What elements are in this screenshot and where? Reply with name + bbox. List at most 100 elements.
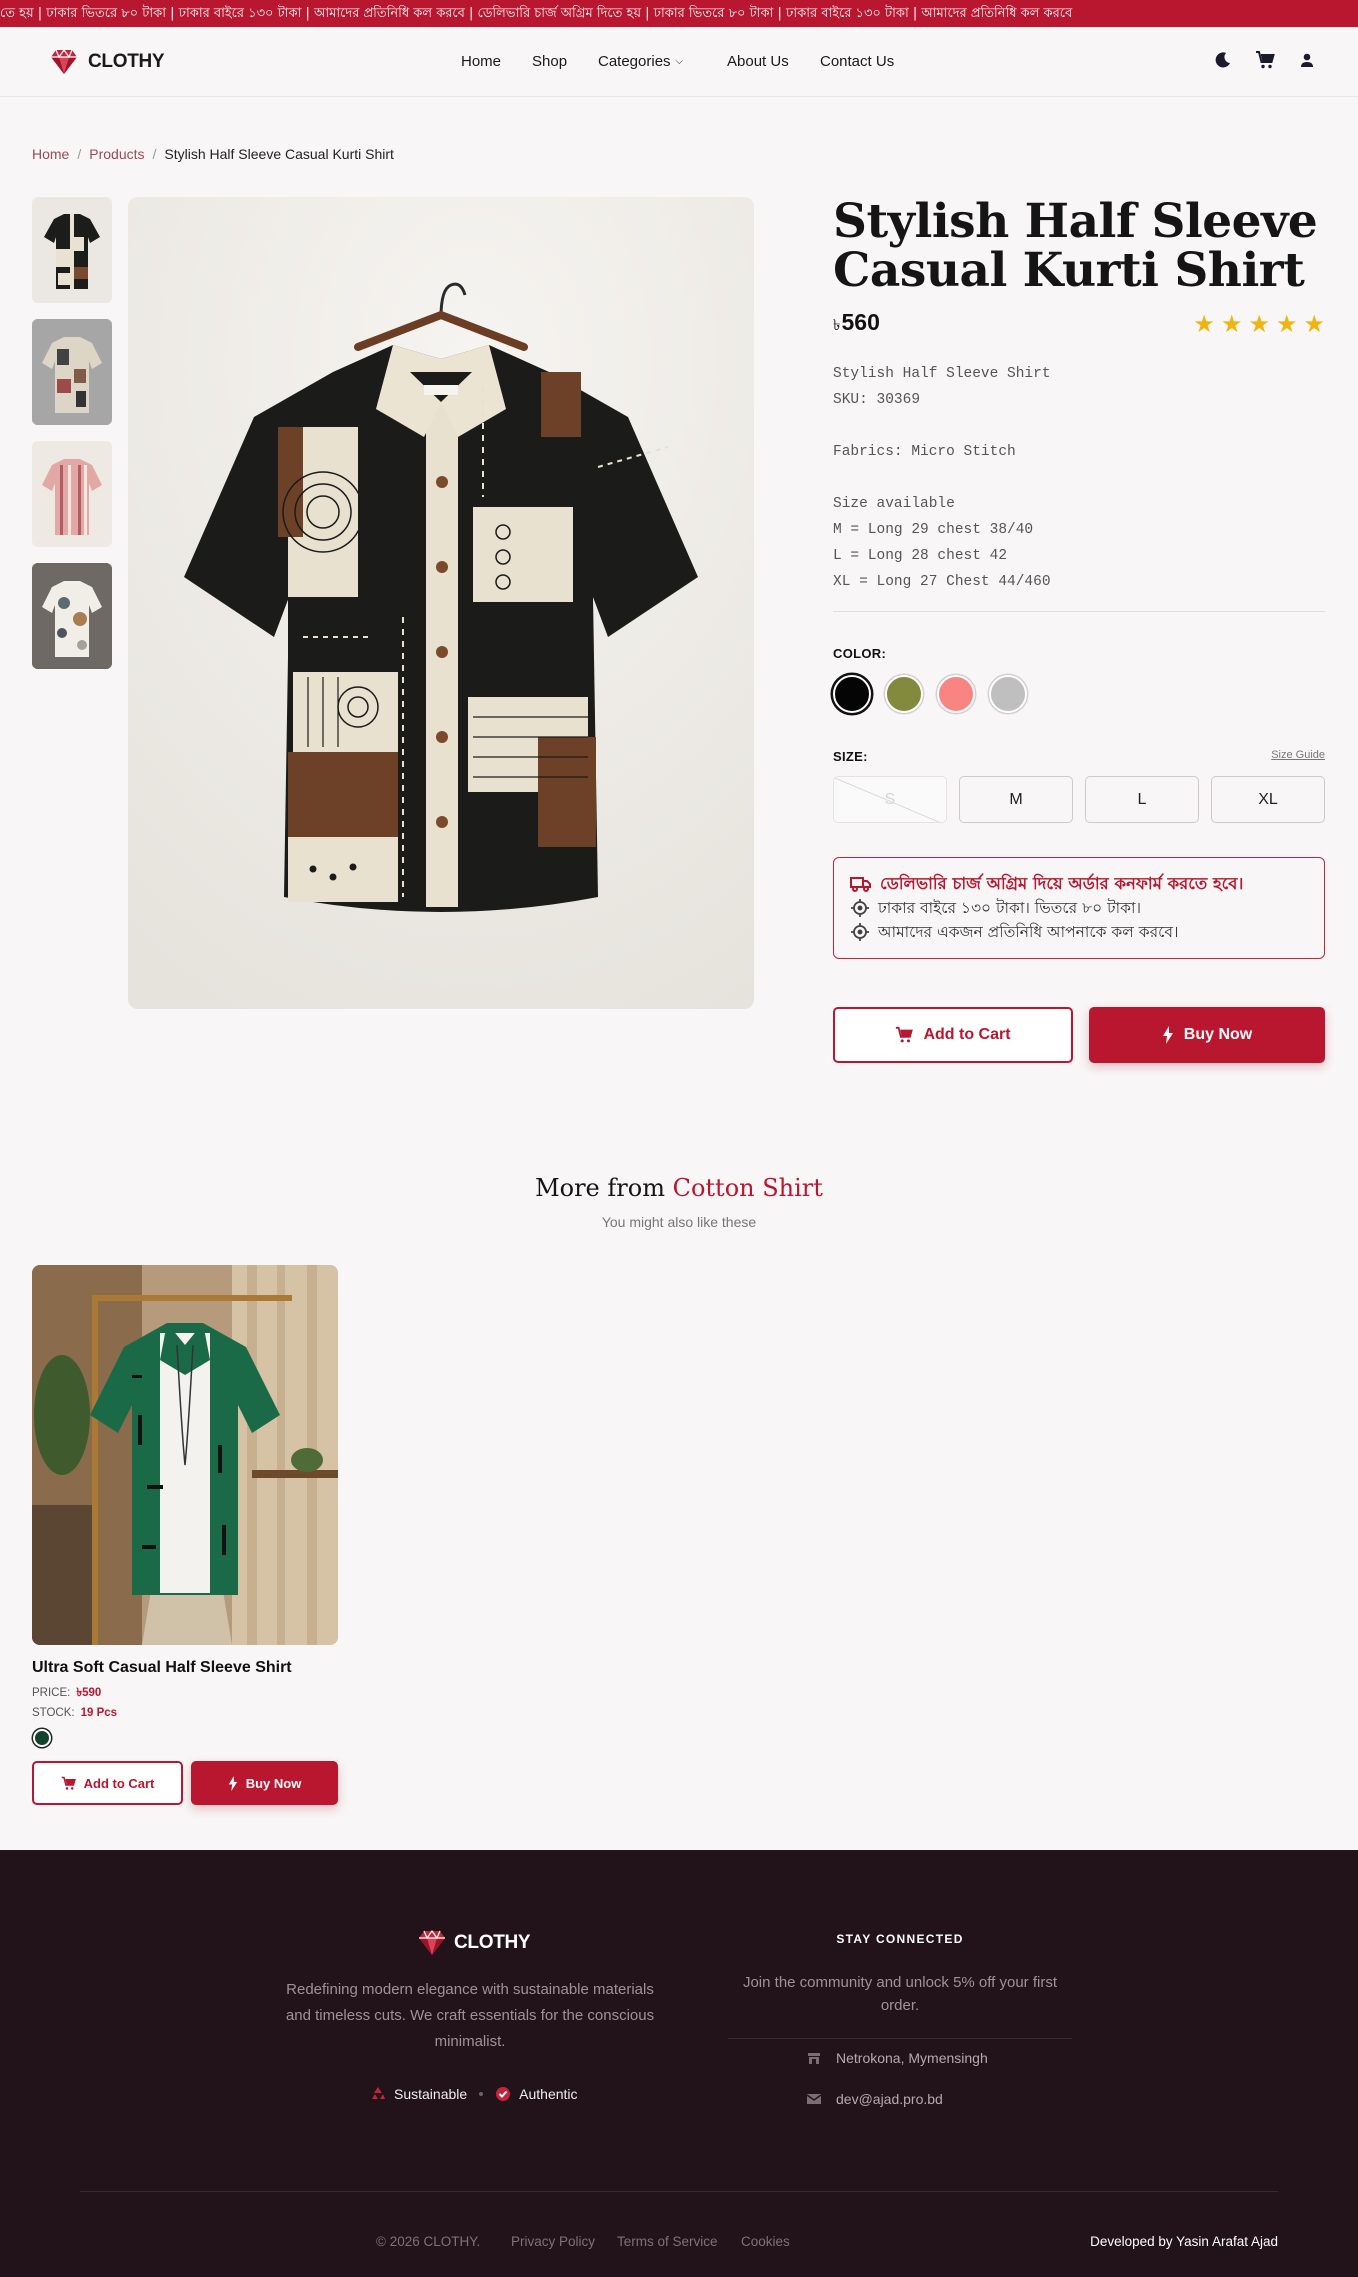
thumbnail-1[interactable]: [32, 197, 112, 303]
location-target-icon: [851, 899, 869, 917]
card-price-row: PRICE: ৳590: [32, 1683, 338, 1703]
size-option-xl[interactable]: XL: [1211, 776, 1325, 823]
cart-icon: [896, 1026, 914, 1043]
product-title: Stylish Half Sleeve Casual Kurti Shirt: [833, 194, 1318, 298]
product-main-image[interactable]: [128, 197, 754, 1009]
breadcrumb-home[interactable]: Home: [32, 146, 69, 162]
delivery-notice: ডেলিভারি চার্জ অগ্রিম দিয়ে অর্ডার কনফার…: [833, 857, 1325, 959]
moon-icon[interactable]: [1212, 49, 1234, 71]
developer-credit: Developed by Yasin Arafat Ajad: [1090, 2234, 1278, 2249]
card-color-swatch[interactable]: [33, 1729, 51, 1747]
size-option-s: S: [833, 776, 947, 823]
star-icon: ★: [1220, 310, 1243, 338]
footer-location-text: Netrokona, Mymensingh: [836, 2050, 988, 2066]
truck-icon: [850, 877, 871, 892]
thumbnail-4[interactable]: [32, 563, 112, 669]
star-icon: ★: [1303, 310, 1325, 338]
size-guide-link[interactable]: Size Guide: [1271, 749, 1325, 764]
badge-sustainable-label: Sustainable: [394, 2086, 468, 2102]
separator-dot: [479, 2092, 484, 2096]
notice-heading-row: ডেলিভারি চার্জ অগ্রিম দিয়ে অর্ডার কনফার…: [850, 872, 1308, 896]
footer-badges: Sustainable Authentic: [370, 2086, 578, 2102]
copyright: © 2026 CLOTHY.: [376, 2234, 481, 2249]
price-row: ৳560 ★ ★ ★ ★ ★: [833, 309, 1325, 339]
color-label: COLOR:: [833, 646, 887, 661]
desc-size-xl: XL = Long 27 Chest 44/460: [833, 574, 1051, 590]
card-buy-now-button[interactable]: Buy Now: [191, 1761, 338, 1805]
thumbnail-3[interactable]: [32, 441, 112, 547]
size-option-l[interactable]: L: [1085, 776, 1199, 823]
nav-categories[interactable]: Categories ⌵: [598, 53, 683, 70]
notice-row-2: আমাদের একজন প্রতিনিধি আপনাকে কল করবে।: [850, 920, 1308, 944]
nav-shop[interactable]: Shop: [532, 53, 567, 70]
badge-sustainable: Sustainable: [370, 2086, 467, 2102]
marquee-text: তে হয় | ঢাকার ভিতরে ৮০ টাকা | ঢাকার বাই…: [0, 6, 1073, 21]
product-card-image[interactable]: [32, 1265, 338, 1645]
thumbnail-2[interactable]: [32, 319, 112, 425]
developer-prefix: Developed by: [1090, 2234, 1173, 2249]
terms-link[interactable]: Terms of Service: [617, 2234, 718, 2249]
stay-connected-heading: STAY CONNECTED: [836, 1932, 964, 1946]
product-card-name[interactable]: Ultra Soft Casual Half Sleeve Shirt: [32, 1659, 338, 1677]
thumbnail-list: [32, 197, 112, 685]
shirt-illustration: [128, 197, 754, 1009]
footer-divider: [728, 2038, 1072, 2039]
size-header: SIZE: Size Guide: [833, 749, 1325, 764]
user-icon[interactable]: [1296, 49, 1318, 71]
color-swatch-pink[interactable]: [937, 675, 975, 713]
card-price: ৳590: [76, 1687, 102, 1699]
cookies-link[interactable]: Cookies: [741, 2234, 790, 2249]
desc-fabrics: Fabrics: Micro Stitch: [833, 444, 1016, 460]
store-icon: [808, 2053, 820, 2064]
chevron-down-icon: ⌵: [675, 56, 684, 67]
desc-size-m: M = Long 29 chest 38/40: [833, 522, 1034, 538]
header-actions: [1212, 49, 1318, 71]
related-section-title: More from Cotton Shirt: [0, 1174, 1358, 1202]
product-description: Stylish Half Sleeve Shirt SKU: 30369 Fab…: [833, 361, 1325, 595]
breadcrumb-products[interactable]: Products: [89, 146, 144, 162]
nav-about[interactable]: About Us: [727, 53, 789, 70]
privacy-policy-link[interactable]: Privacy Policy: [511, 2234, 595, 2249]
related-title-accent: Cotton Shirt: [672, 1174, 823, 1202]
site-header: CLOTHY Home Shop Categories ⌵ About Us Co…: [0, 27, 1358, 97]
star-rating: ★ ★ ★ ★ ★: [1193, 310, 1325, 339]
cart-icon[interactable]: [1254, 49, 1276, 71]
lightning-icon: [1162, 1026, 1173, 1044]
divider: [833, 611, 1325, 612]
notice-heading: ডেলিভারি চার্জ অগ্রিম দিয়ে অর্ডার কনফার…: [880, 874, 1244, 893]
desc-subtitle: Stylish Half Sleeve Shirt: [833, 366, 1051, 382]
footer-logo[interactable]: CLOTHY: [418, 1930, 531, 1956]
badge-authentic-label: Authentic: [519, 2086, 578, 2102]
size-option-m[interactable]: M: [959, 776, 1073, 823]
card-add-to-cart-button[interactable]: Add to Cart: [32, 1761, 183, 1805]
card-add-to-cart-label: Add to Cart: [83, 1775, 155, 1791]
breadcrumb-separator: /: [152, 146, 157, 162]
main-nav: Home Shop Categories ⌵ About Us Contact U…: [0, 27, 1358, 97]
footer-tagline: Redefining modern elegance with sustaina…: [285, 1981, 655, 2050]
related-title-prefix: More from: [535, 1174, 665, 1202]
product-price: ৳560: [833, 309, 880, 339]
developer-name[interactable]: Yasin Arafat Ajad: [1176, 2234, 1278, 2249]
color-swatch-black[interactable]: [833, 675, 871, 713]
currency-symbol: ৳: [833, 317, 841, 334]
card-actions: Add to Cart Buy Now: [32, 1761, 338, 1805]
add-to-cart-label: Add to Cart: [923, 1026, 1011, 1043]
footer-bottom-divider: [80, 2191, 1278, 2192]
color-swatch-gray[interactable]: [989, 675, 1027, 713]
color-swatch-olive[interactable]: [885, 675, 923, 713]
card-stock-row: STOCK: 19 Pcs: [32, 1703, 338, 1723]
size-options: S M L XL: [833, 776, 1325, 823]
buy-now-label: Buy Now: [1183, 1026, 1253, 1043]
color-swatches: [833, 675, 1325, 713]
footer-email[interactable]: dev@ajad.pro.bd: [806, 2091, 943, 2107]
nav-home[interactable]: Home: [461, 53, 501, 70]
desc-sku: SKU: 30369: [833, 392, 921, 408]
add-to-cart-button[interactable]: Add to Cart: [833, 1007, 1073, 1063]
nav-contact[interactable]: Contact Us: [820, 53, 894, 70]
location-target-icon: [851, 923, 869, 941]
buy-now-button[interactable]: Buy Now: [1089, 1007, 1325, 1063]
card-stock: 19 Pcs: [80, 1707, 118, 1719]
notice-line-2: আমাদের একজন প্রতিনিধি আপনাকে কল করবে।: [878, 923, 1179, 941]
card-stock-label: STOCK:: [32, 1707, 75, 1719]
star-icon: ★: [1248, 310, 1270, 338]
